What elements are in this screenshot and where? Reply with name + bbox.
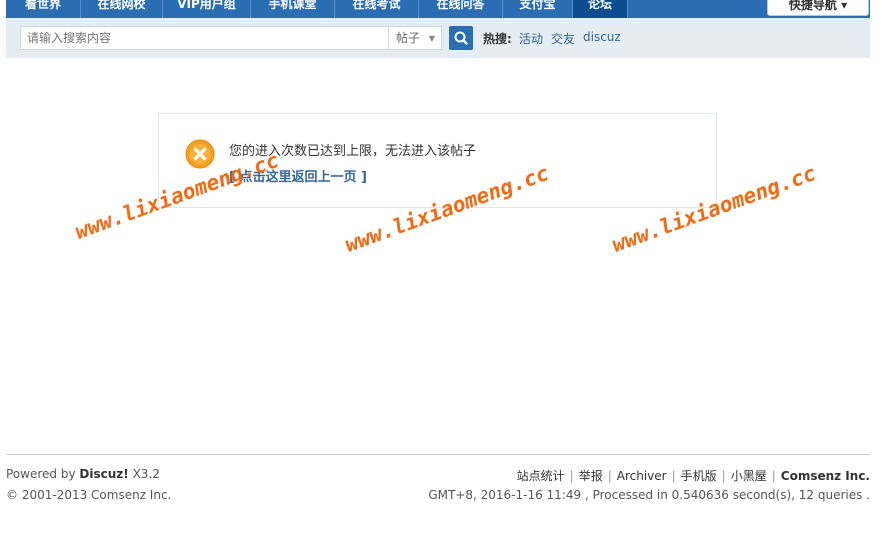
nav-item-kanshijie[interactable]: 看世界 — [6, 0, 81, 18]
powered-by: Powered by Discuz! X3.2 — [6, 467, 160, 481]
nav-item-forum[interactable]: 论坛 — [573, 0, 628, 18]
version-label: X3.2 — [132, 467, 160, 481]
processed-info: GMT+8, 2016-1-16 11:49 , Processed in 0.… — [428, 488, 870, 502]
footer-link-archiver[interactable]: Archiver — [617, 469, 667, 483]
top-nav: 看世界 在线网校 VIP用户组 手机课堂 在线考试 在线问答 支付宝 论坛 快捷… — [6, 0, 870, 18]
hot-link-discuz[interactable]: discuz — [583, 30, 621, 44]
nav-item-vip-group[interactable]: VIP用户组 — [163, 0, 251, 18]
error-icon — [185, 139, 215, 169]
nav-item-online-exam[interactable]: 在线考试 — [335, 0, 419, 18]
separator: | — [771, 469, 776, 483]
search-type-label: 帖子 — [396, 31, 421, 45]
search-input[interactable] — [20, 26, 388, 50]
hot-search-label: 热搜: — [483, 32, 512, 46]
footer-divider — [6, 454, 870, 455]
separator: | — [721, 469, 726, 483]
quick-nav-button[interactable]: 快捷导航 ▾ — [767, 0, 869, 16]
search-button[interactable] — [449, 26, 473, 50]
footer-link-comsenz[interactable]: Comsenz Inc. — [781, 469, 870, 483]
nav-item-online-qa[interactable]: 在线问答 — [419, 0, 503, 18]
copyright: © 2001-2013 Comsenz Inc. — [6, 488, 172, 502]
nav-item-mobile-class[interactable]: 手机课堂 — [251, 0, 335, 18]
separator: | — [607, 469, 612, 483]
chevron-down-icon: ▼ — [428, 34, 435, 43]
footer-links: 站点统计 | 举报 | Archiver | 手机版 | 小黑屋 | Comsenz Inc. — [517, 467, 870, 484]
footer-link-report[interactable]: 举报 — [579, 469, 603, 483]
footer-link-blackroom[interactable]: 小黑屋 — [731, 469, 767, 483]
search-icon — [454, 31, 468, 45]
footer-link-mobile[interactable]: 手机版 — [681, 469, 717, 483]
nav-item-alipay[interactable]: 支付宝 — [503, 0, 573, 18]
hot-link-friends[interactable]: 交友 — [551, 30, 575, 47]
separator: | — [569, 469, 574, 483]
footer-link-stats[interactable]: 站点统计 — [517, 469, 565, 483]
search-type-select[interactable]: 帖子 ▼ — [388, 26, 442, 50]
discuz-link[interactable]: Discuz! — [79, 467, 128, 481]
search-bar: 帖子 ▼ 热搜: 活动 交友 discuz — [6, 18, 870, 58]
nav-item-online-school[interactable]: 在线网校 — [81, 0, 163, 18]
hot-link-activity[interactable]: 活动 — [519, 30, 543, 47]
separator: | — [671, 469, 676, 483]
powered-prefix: Powered by — [6, 467, 76, 481]
